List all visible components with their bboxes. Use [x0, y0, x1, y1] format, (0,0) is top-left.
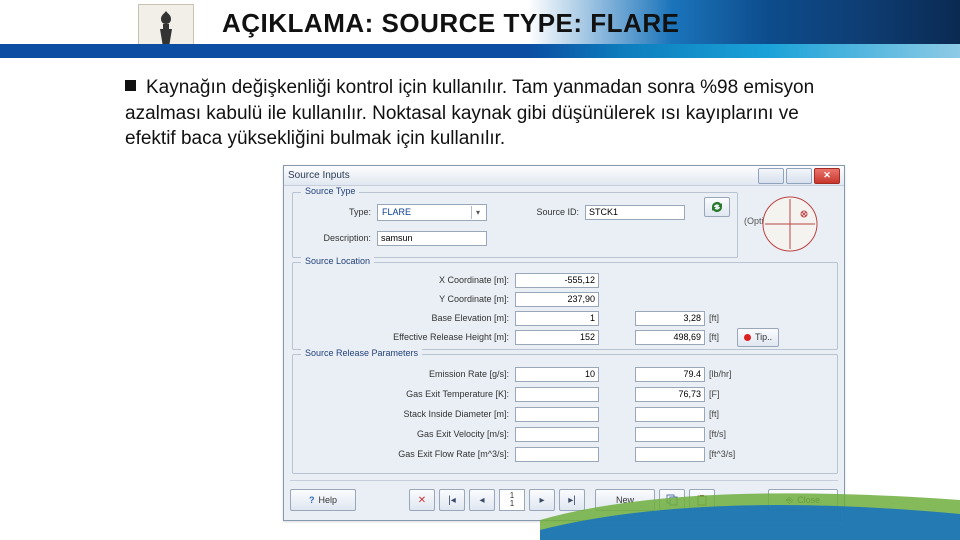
paste-icon	[696, 494, 708, 506]
gas-velocity-input[interactable]	[515, 427, 599, 442]
maximize-button[interactable]	[786, 168, 812, 184]
gas-temp-input[interactable]	[515, 387, 599, 402]
source-id-label: Source ID:	[487, 207, 585, 217]
y-coord-label: Y Coordinate [m]:	[293, 294, 515, 304]
gas-flow-input[interactable]	[515, 447, 599, 462]
last-button[interactable]: ▸|	[559, 489, 585, 511]
gas-velocity-alt[interactable]	[635, 427, 705, 442]
help-label: Help	[318, 495, 337, 505]
emission-rate-label: Emission Rate [g/s]:	[293, 369, 515, 379]
tip-button[interactable]: Tip..	[737, 328, 779, 347]
new-button[interactable]: New	[595, 489, 655, 511]
next-button[interactable]: ▸	[529, 489, 555, 511]
page-total: 1	[510, 500, 514, 508]
stack-diameter-unit: [ft]	[705, 409, 719, 419]
emission-rate-unit: [lb/hr]	[705, 369, 732, 379]
first-button[interactable]: |◂	[439, 489, 465, 511]
paste-button[interactable]	[689, 489, 715, 511]
description-input[interactable]	[377, 231, 487, 246]
gas-temp-alt[interactable]	[635, 387, 705, 402]
nav-group: ✕ |◂ ◂ 1 1 ▸ ▸| New	[409, 489, 715, 511]
source-type-legend: Source Type	[301, 186, 359, 196]
dialog-title: Source Inputs	[288, 170, 350, 181]
y-coord-input[interactable]	[515, 292, 599, 307]
gas-flow-label: Gas Exit Flow Rate [m^3/s]:	[293, 449, 515, 459]
eff-height-label: Effective Release Height [m]:	[293, 332, 515, 342]
header-stripe	[0, 44, 960, 58]
gas-flow-alt[interactable]	[635, 447, 705, 462]
eff-height-input[interactable]	[515, 330, 599, 345]
titlebar[interactable]: Source Inputs ✕	[284, 166, 844, 186]
x-coord-label: X Coordinate [m]:	[293, 275, 515, 285]
release-params-legend: Source Release Parameters	[301, 348, 422, 358]
release-params-panel: Source Release Parameters Emission Rate …	[292, 354, 838, 474]
type-value: FLARE	[382, 207, 411, 217]
help-icon: ?	[309, 495, 315, 505]
door-icon: ⎆	[786, 495, 793, 506]
emission-rate-alt[interactable]	[635, 367, 705, 382]
red-dot-icon	[744, 334, 751, 341]
source-inputs-dialog: Source Inputs ✕ Source Type Type: FLARE …	[283, 165, 845, 521]
base-elev-alt[interactable]	[635, 311, 705, 326]
gas-temp-unit: [F]	[705, 389, 720, 399]
delete-button[interactable]: ✕	[409, 489, 435, 511]
window-buttons: ✕	[758, 168, 840, 184]
prev-button[interactable]: ◂	[469, 489, 495, 511]
gas-temp-label: Gas Exit Temperature [K]:	[293, 389, 515, 399]
compass-icon	[761, 195, 819, 253]
stack-diameter-alt[interactable]	[635, 407, 705, 422]
refresh-button[interactable]	[704, 197, 730, 217]
stack-diameter-label: Stack Inside Diameter [m]:	[293, 409, 515, 419]
x-coord-input[interactable]	[515, 273, 599, 288]
torch-icon	[152, 9, 180, 49]
emission-rate-input[interactable]	[515, 367, 599, 382]
close-window-button[interactable]: ✕	[814, 168, 840, 184]
new-label: New	[616, 495, 634, 505]
bullet-square-icon	[125, 80, 136, 91]
source-location-legend: Source Location	[301, 256, 374, 266]
gas-flow-unit: [ft^3/s]	[705, 449, 735, 459]
refresh-icon	[710, 201, 724, 213]
source-location-panel: Source Location X Coordinate [m]: Y Coor…	[292, 262, 838, 350]
copy-icon	[666, 494, 678, 506]
base-elev-input[interactable]	[515, 311, 599, 326]
source-id-input[interactable]	[585, 205, 685, 220]
copy-button[interactable]	[659, 489, 685, 511]
minimize-button[interactable]	[758, 168, 784, 184]
close-button[interactable]: ⎆ Close	[768, 489, 838, 511]
source-type-panel: Source Type Type: FLARE ▾ Source ID: Des…	[292, 192, 738, 258]
stack-diameter-input[interactable]	[515, 407, 599, 422]
type-label: Type:	[293, 207, 377, 217]
bullet-text: Kaynağın değişkenliği kontrol için kulla…	[125, 77, 814, 149]
bullet-paragraph: Kaynağın değişkenliği kontrol için kulla…	[125, 75, 850, 152]
close-label: Close	[797, 495, 820, 505]
eff-height-unit: [ft]	[705, 332, 719, 342]
gas-velocity-label: Gas Exit Velocity [m/s]:	[293, 429, 515, 439]
description-label: Description:	[293, 233, 377, 243]
help-button[interactable]: ? Help	[290, 489, 356, 511]
slide-header: AÇIKLAMA: SOURCE TYPE: FLARE	[0, 0, 960, 60]
compass-graphic	[759, 192, 821, 256]
tip-label: Tip..	[755, 332, 772, 342]
chevron-down-icon: ▾	[471, 206, 484, 219]
type-select[interactable]: FLARE ▾	[377, 204, 487, 221]
slide-title: AÇIKLAMA: SOURCE TYPE: FLARE	[222, 8, 679, 39]
base-elev-unit: [ft]	[705, 313, 719, 323]
page-indicator: 1 1	[499, 489, 525, 511]
dialog-toolbar: ? Help ✕ |◂ ◂ 1 1 ▸ ▸| New ⎆ Close	[290, 480, 838, 514]
base-elev-label: Base Elevation [m]:	[293, 313, 515, 323]
gas-velocity-unit: [ft/s]	[705, 429, 726, 439]
eff-height-alt[interactable]	[635, 330, 705, 345]
